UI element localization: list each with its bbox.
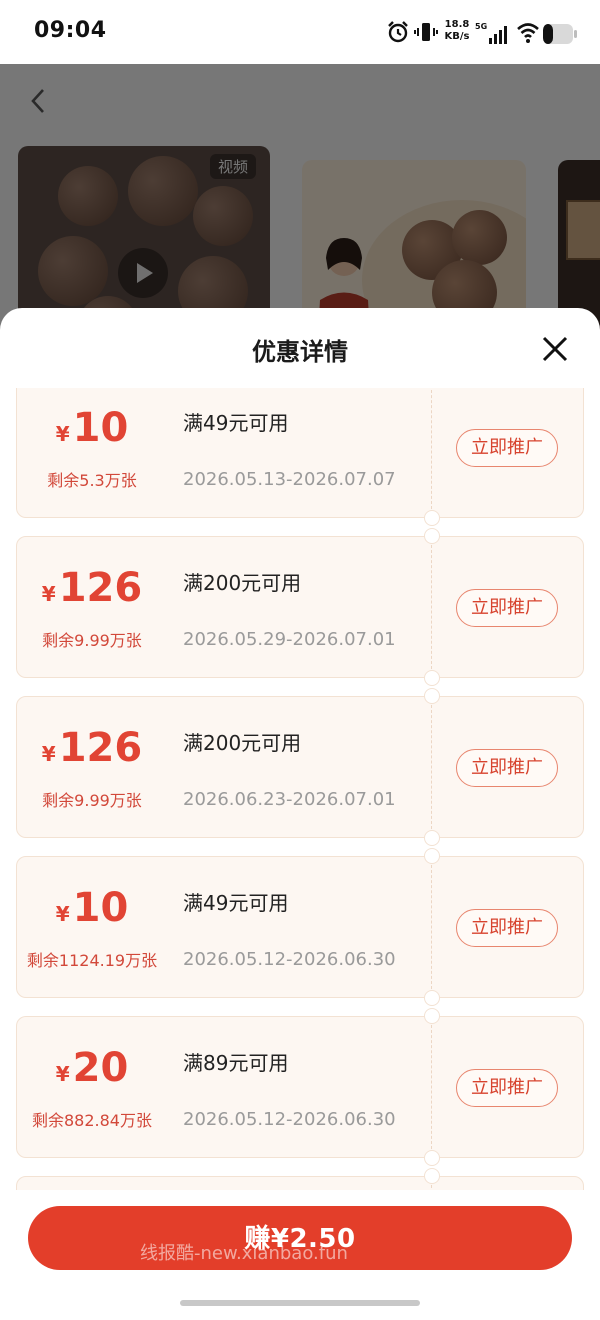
- coupon-amount: ¥126: [17, 725, 167, 771]
- amount-value: 10: [72, 405, 129, 451]
- vibrate-icon: [414, 23, 438, 41]
- promote-button[interactable]: 立即推广: [456, 909, 558, 947]
- currency-symbol: ¥: [41, 582, 56, 606]
- coupon-card: ¥20 剩余882.84万张 满89元可用 2026.05.12-2026.06…: [16, 1008, 584, 1166]
- amount-value: 10: [72, 885, 129, 931]
- coupon-condition: 满49元可用: [183, 891, 289, 915]
- wifi-icon: [517, 23, 539, 43]
- signal-icon: [489, 26, 507, 44]
- coupon-card: ¥10 剩余5.3万张 满49元可用 2026.05.13-2026.07.07…: [16, 388, 584, 526]
- amount-value: 126: [58, 725, 143, 771]
- network-speed-unit: KB/s: [444, 31, 470, 42]
- coupon-remaining: 剩余882.84万张: [32, 1111, 152, 1130]
- coupon-condition: 满200元可用: [183, 571, 302, 595]
- network-type: 5G: [475, 22, 488, 31]
- amount-value: 126: [58, 565, 143, 611]
- coupon-amount: ¥10: [17, 885, 167, 931]
- coupon-validity: 2026.06.23-2026.07.01: [183, 789, 396, 810]
- coupon-amount: ¥20: [17, 1045, 167, 1091]
- coupon-card-partial: [16, 1168, 584, 1190]
- currency-symbol: ¥: [55, 1062, 70, 1086]
- currency-symbol: ¥: [55, 422, 70, 446]
- coupon-card: ¥126 剩余9.99万张 满200元可用 2026.06.23-2026.07…: [16, 688, 584, 846]
- currency-symbol: ¥: [41, 742, 56, 766]
- coupon-remaining: 剩余9.99万张: [42, 631, 142, 650]
- network-speed: 18.8 KB/s: [442, 19, 472, 43]
- coupon-validity: 2026.05.13-2026.07.07: [183, 469, 396, 490]
- coupon-condition: 满200元可用: [183, 731, 302, 755]
- network-speed-value: 18.8: [444, 19, 470, 30]
- earn-button[interactable]: 赚¥2.50 线报酷-new.xianbao.fun: [28, 1206, 572, 1270]
- alarm-icon: [388, 21, 408, 43]
- coupon-details-sheet: 优惠详情 ¥10 剩余5.3万张 满49元可用 2026.05.13-2026.…: [0, 308, 600, 1320]
- status-time: 09:04: [34, 18, 107, 43]
- home-indicator[interactable]: [180, 1300, 420, 1306]
- currency-symbol: ¥: [55, 902, 70, 926]
- coupon-validity: 2026.05.12-2026.06.30: [183, 949, 396, 970]
- watermark: 线报酷-new.xianbao.fun: [140, 1243, 348, 1264]
- coupon-validity: 2026.05.29-2026.07.01: [183, 629, 396, 650]
- coupon-condition: 满49元可用: [183, 411, 289, 435]
- coupon-list[interactable]: ¥10 剩余5.3万张 满49元可用 2026.05.13-2026.07.07…: [0, 388, 600, 1190]
- coupon-remaining: 剩余5.3万张: [47, 471, 137, 490]
- promote-button[interactable]: 立即推广: [456, 589, 558, 627]
- promote-button[interactable]: 立即推广: [456, 749, 558, 787]
- coupon-card: ¥10 剩余1124.19万张 满49元可用 2026.05.12-2026.0…: [16, 848, 584, 1006]
- promote-button[interactable]: 立即推广: [456, 1069, 558, 1107]
- amount-value: 20: [72, 1045, 129, 1091]
- coupon-remaining: 剩余1124.19万张: [26, 951, 158, 970]
- battery-icon: [543, 24, 577, 44]
- coupon-amount: ¥10: [17, 405, 167, 451]
- coupon-amount: ¥126: [17, 565, 167, 611]
- promote-button[interactable]: 立即推广: [456, 429, 558, 467]
- sheet-title: 优惠详情: [252, 338, 348, 366]
- close-icon[interactable]: [540, 334, 570, 364]
- coupon-condition: 满89元可用: [183, 1051, 289, 1075]
- coupon-validity: 2026.05.12-2026.06.30: [183, 1109, 396, 1130]
- coupon-card: ¥126 剩余9.99万张 满200元可用 2026.05.29-2026.07…: [16, 528, 584, 686]
- coupon-remaining: 剩余9.99万张: [42, 791, 142, 810]
- status-bar: 09:04 18.8 KB/s 5G: [0, 0, 600, 64]
